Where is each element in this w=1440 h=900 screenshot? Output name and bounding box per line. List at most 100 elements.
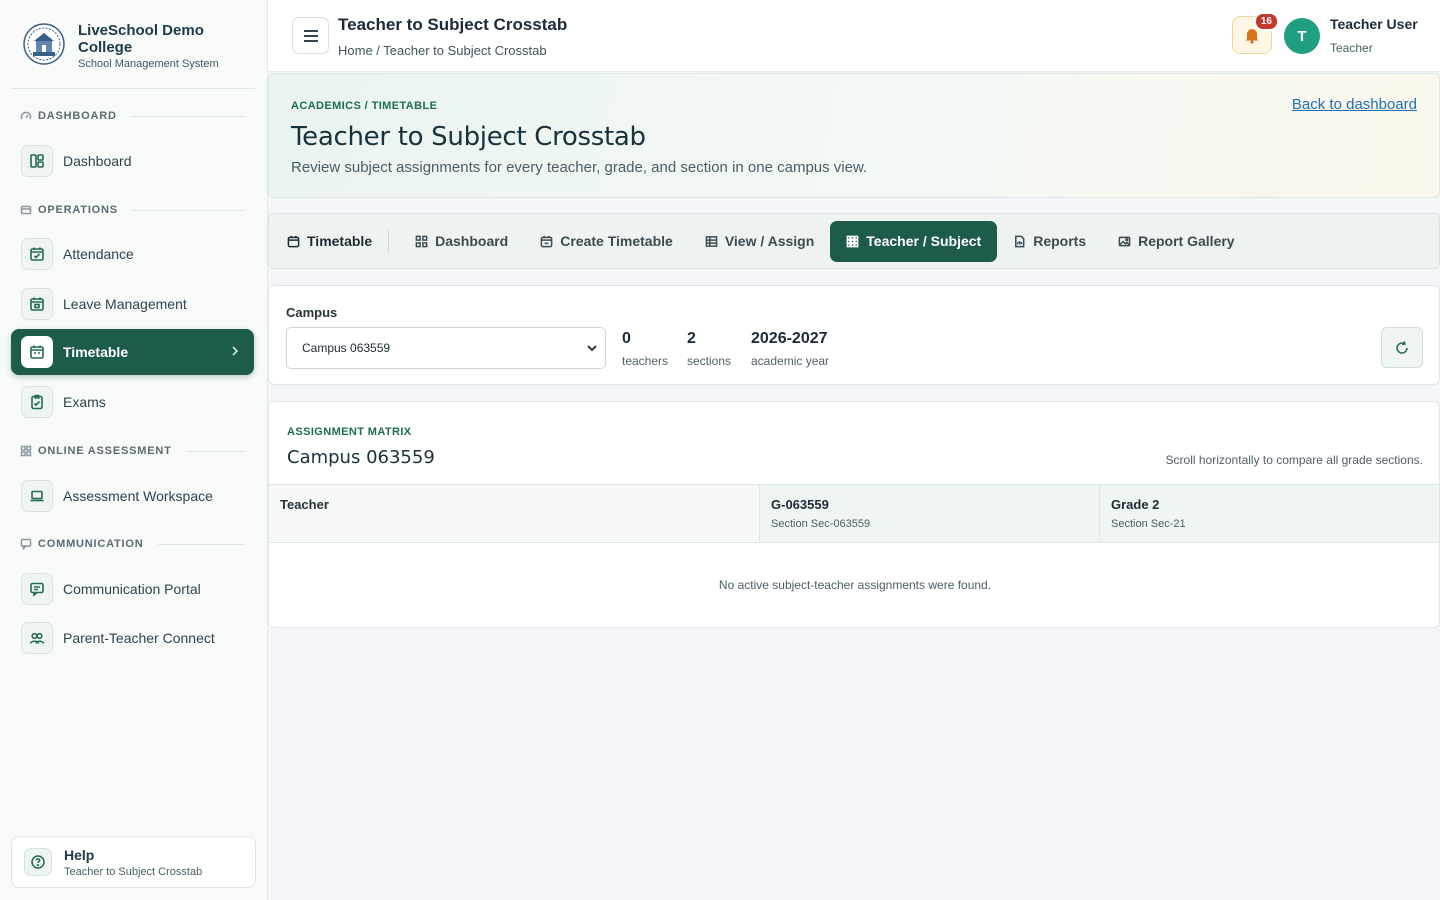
stat-label: sections bbox=[687, 354, 732, 368]
column-header-section: Grade 2 Section Sec-21 bbox=[1100, 485, 1439, 542]
message-icon bbox=[21, 573, 53, 605]
gauge-icon bbox=[20, 111, 32, 120]
matrix-hint: Scroll horizontally to compare all grade… bbox=[1165, 453, 1423, 467]
campus-filter-card: Campus Campus 063559 0 teachers 2 sectio… bbox=[268, 285, 1440, 385]
menu-toggle-button[interactable] bbox=[292, 17, 329, 54]
calendar-icon bbox=[287, 235, 300, 247]
help-card[interactable]: Help Teacher to Subject Crosstab bbox=[11, 836, 256, 888]
calendar-check-icon bbox=[21, 238, 53, 270]
avatar[interactable]: T bbox=[1284, 18, 1320, 54]
stat-value: 2 bbox=[687, 330, 696, 347]
topbar: Teacher to Subject Crosstab Home / Teach… bbox=[268, 0, 1440, 72]
sidebar-item-label: Exams bbox=[63, 394, 106, 410]
help-subtitle: Teacher to Subject Crosstab bbox=[64, 865, 203, 878]
tab-reports[interactable]: Reports bbox=[997, 221, 1102, 262]
folder-icon bbox=[20, 205, 32, 215]
tab-teacher-subject[interactable]: Teacher / Subject bbox=[830, 220, 998, 262]
tab-divider bbox=[388, 229, 390, 253]
section-header-communication: COMMUNICATION bbox=[20, 538, 245, 550]
user-name[interactable]: Teacher User bbox=[1330, 16, 1418, 32]
sidebar-item-leave-management[interactable]: Leave Management bbox=[11, 281, 254, 327]
clipboard-icon bbox=[21, 386, 53, 418]
sidebar-item-label: Assessment Workspace bbox=[63, 488, 213, 504]
notification-count-badge: 16 bbox=[1253, 12, 1279, 31]
grid-icon bbox=[20, 445, 32, 457]
sidebar-item-label: Parent-Teacher Connect bbox=[63, 630, 215, 646]
campus-select-value: Campus 063559 bbox=[302, 341, 391, 355]
stat-academic-year: 2026-2027 academic year bbox=[751, 330, 829, 368]
hero-description: Review subject assignments for every tea… bbox=[291, 159, 868, 176]
empty-state-message: No active subject-teacher assignments we… bbox=[718, 578, 992, 592]
section-header-online-assessment: ONLINE ASSESSMENT bbox=[20, 445, 245, 457]
back-to-dashboard-link[interactable]: Back to dashboard bbox=[1292, 96, 1417, 113]
tab-create-timetable[interactable]: Create Timetable bbox=[524, 221, 689, 262]
stat-value: 0 bbox=[622, 330, 631, 347]
sidebar-item-communication-portal[interactable]: Communication Portal bbox=[11, 566, 254, 612]
help-title: Help bbox=[64, 846, 95, 863]
tab-timetable[interactable]: Timetable bbox=[285, 221, 388, 262]
column-grade: G-063559 bbox=[771, 497, 829, 512]
stat-value: 2026-2027 bbox=[751, 330, 828, 347]
column-header-teacher: Teacher bbox=[269, 485, 760, 542]
sidebar-item-label: Attendance bbox=[63, 246, 134, 262]
stat-sections: 2 sections bbox=[687, 330, 731, 368]
brand-name: LiveSchool Demo College bbox=[78, 22, 204, 56]
section-header-operations: OPERATIONS bbox=[20, 204, 245, 216]
hero-kicker: ACADEMICS / TIMETABLE bbox=[291, 100, 438, 112]
campus-select[interactable]: Campus 063559 bbox=[286, 327, 606, 369]
table-icon bbox=[705, 235, 718, 247]
sidebar-item-label: Communication Portal bbox=[63, 581, 201, 597]
grid-icon bbox=[415, 235, 428, 247]
section-header-dashboard: DASHBOARD bbox=[20, 110, 245, 122]
column-section: Section Sec-063559 bbox=[771, 518, 871, 530]
breadcrumb[interactable]: Home / Teacher to Subject Crosstab bbox=[338, 43, 547, 58]
sidebar-item-label: Dashboard bbox=[63, 153, 132, 169]
refresh-icon bbox=[1396, 340, 1408, 354]
matrix-kicker: ASSIGNMENT MATRIX bbox=[287, 426, 412, 438]
sidebar-item-parent-teacher-connect[interactable]: Parent-Teacher Connect bbox=[11, 615, 254, 661]
brand: LiveSchool Demo College School Managemen… bbox=[22, 22, 228, 70]
timetable-tabs: Timetable Dashboard Create Timetable Vie… bbox=[268, 213, 1440, 269]
sidebar-item-assessment-workspace[interactable]: Assessment Workspace bbox=[11, 473, 254, 519]
chevron-down-icon bbox=[587, 345, 597, 352]
chat-icon bbox=[20, 538, 32, 550]
image-icon bbox=[1118, 236, 1131, 246]
report-icon bbox=[1015, 235, 1025, 247]
users-icon bbox=[21, 622, 53, 654]
brand-subtitle: School Management System bbox=[78, 58, 219, 70]
sidebar-item-label: Leave Management bbox=[63, 296, 187, 312]
school-logo-icon bbox=[23, 23, 65, 65]
page-title: Teacher to Subject Crosstab bbox=[338, 15, 568, 34]
matrix-title: Campus 063559 bbox=[287, 447, 435, 468]
question-icon bbox=[24, 848, 52, 876]
stat-teachers: 0 teachers bbox=[622, 330, 668, 368]
column-header-section: G-063559 Section Sec-063559 bbox=[760, 485, 1100, 542]
matrix-header-row: Teacher G-063559 Section Sec-063559 Grad… bbox=[269, 484, 1439, 543]
sidebar-item-timetable[interactable]: Timetable bbox=[11, 329, 254, 375]
chevron-right-icon bbox=[232, 346, 239, 356]
laptop-icon bbox=[21, 480, 53, 512]
calendar-leave-icon bbox=[21, 288, 53, 320]
calendar-plus-icon bbox=[540, 235, 553, 247]
column-section: Section Sec-21 bbox=[1111, 518, 1186, 530]
divider bbox=[12, 88, 255, 89]
assignment-matrix-card: ASSIGNMENT MATRIX Campus 063559 Scroll h… bbox=[268, 401, 1440, 628]
refresh-button[interactable] bbox=[1381, 327, 1423, 368]
tab-view-assign[interactable]: View / Assign bbox=[689, 221, 830, 262]
tab-dashboard[interactable]: Dashboard bbox=[399, 221, 524, 262]
layout-icon bbox=[21, 145, 53, 177]
sidebar-item-dashboard[interactable]: Dashboard bbox=[11, 138, 254, 184]
calendar-icon bbox=[21, 336, 53, 368]
sidebar-item-exams[interactable]: Exams bbox=[11, 379, 254, 425]
notifications-button[interactable]: 16 bbox=[1232, 12, 1279, 54]
hero-title: Teacher to Subject Crosstab bbox=[291, 122, 646, 152]
sidebar: LiveSchool Demo College School Managemen… bbox=[0, 0, 268, 900]
campus-label: Campus bbox=[286, 305, 338, 320]
stat-label: academic year bbox=[751, 354, 830, 368]
stat-label: teachers bbox=[622, 354, 669, 368]
page-hero: ACADEMICS / TIMETABLE Teacher to Subject… bbox=[268, 73, 1440, 198]
tab-report-gallery[interactable]: Report Gallery bbox=[1102, 221, 1250, 262]
sidebar-item-attendance[interactable]: Attendance bbox=[11, 231, 254, 277]
column-grade: Grade 2 bbox=[1111, 497, 1160, 512]
user-role: Teacher bbox=[1330, 41, 1373, 55]
